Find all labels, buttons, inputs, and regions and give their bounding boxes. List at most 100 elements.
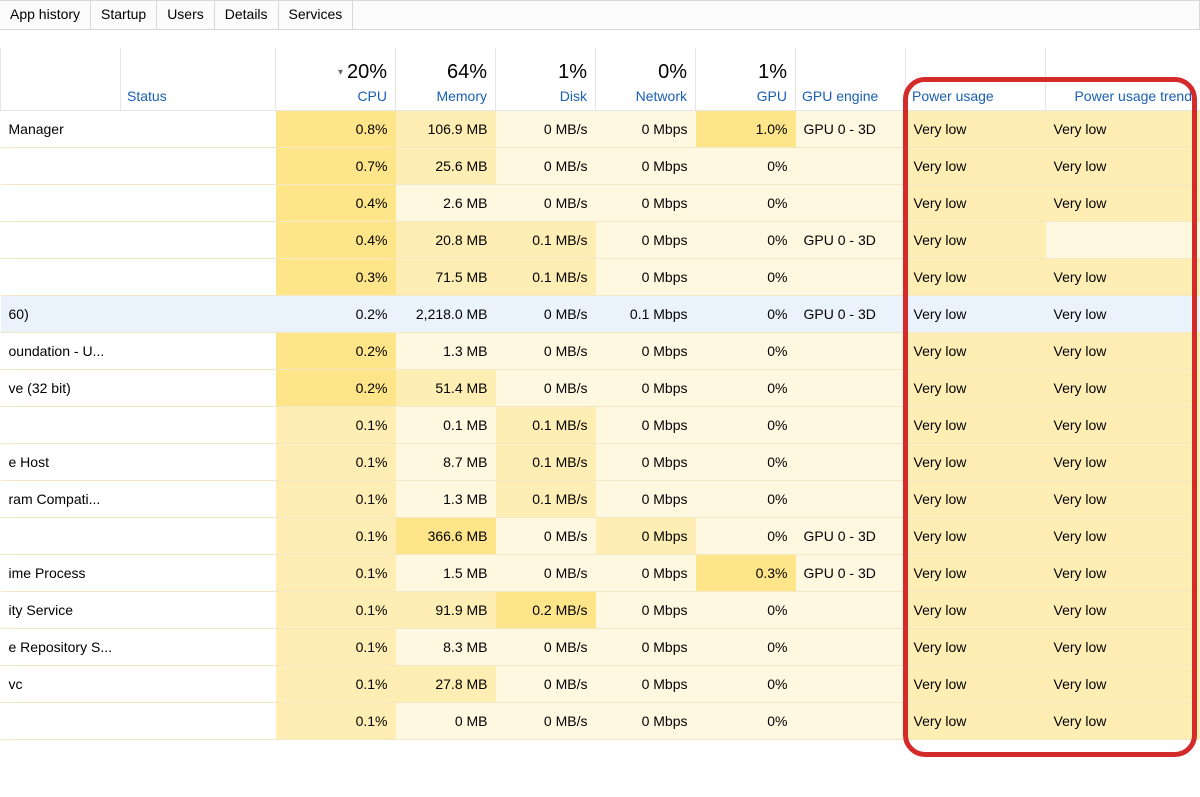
tab-details[interactable]: Details: [215, 1, 279, 29]
table-row[interactable]: vc0.1%27.8 MB0 MB/s0 Mbps0%Very lowVery …: [1, 665, 1200, 702]
table-row[interactable]: 0.1%0.1 MB0.1 MB/s0 Mbps0%Very lowVery l…: [1, 406, 1200, 443]
tab-startup[interactable]: Startup: [91, 1, 157, 29]
table-row[interactable]: ve (32 bit)0.2%51.4 MB0 MB/s0 Mbps0%Very…: [1, 369, 1200, 406]
cell-cpu: 0.1%: [276, 554, 396, 591]
cell-status: [121, 110, 276, 147]
cell-power-usage: Very low: [906, 221, 1046, 258]
cell-power-usage: Very low: [906, 665, 1046, 702]
cell-name: [1, 702, 121, 739]
cell-power-trend: Very low: [1046, 369, 1200, 406]
table-row[interactable]: oundation - U...0.2%1.3 MB0 MB/s0 Mbps0%…: [1, 332, 1200, 369]
cell-disk: 0 MB/s: [496, 295, 596, 332]
cell-disk: 0.1 MB/s: [496, 258, 596, 295]
cell-cpu: 0.4%: [276, 221, 396, 258]
cell-gpu: 0%: [696, 332, 796, 369]
cell-disk: 0 MB/s: [496, 665, 596, 702]
cell-cpu: 0.4%: [276, 184, 396, 221]
process-table: Status ▾20% CPU 64%Memory 1%Disk 0%Netwo…: [0, 48, 1200, 740]
cell-power-usage: Very low: [906, 517, 1046, 554]
col-cpu-label: CPU: [357, 88, 387, 104]
cell-cpu: 0.2%: [276, 332, 396, 369]
cell-power-trend: Very low: [1046, 184, 1200, 221]
col-status[interactable]: Status: [121, 48, 276, 110]
col-cpu[interactable]: ▾20% CPU: [276, 48, 396, 110]
cell-power-usage: Very low: [906, 480, 1046, 517]
memory-total: 64%: [447, 61, 487, 84]
table-row[interactable]: 0.7%25.6 MB0 MB/s0 Mbps0%Very lowVery lo…: [1, 147, 1200, 184]
col-network[interactable]: 0%Network: [596, 48, 696, 110]
table-row[interactable]: 0.1%0 MB0 MB/s0 Mbps0%Very lowVery low: [1, 702, 1200, 739]
cell-gpu-engine: [796, 332, 906, 369]
cell-network: 0 Mbps: [596, 332, 696, 369]
tabbar: App historyStartupUsersDetailsServices: [0, 0, 1200, 30]
table-row[interactable]: 0.1%366.6 MB0 MB/s0 Mbps0%GPU 0 - 3DVery…: [1, 517, 1200, 554]
cell-memory: 1.3 MB: [396, 480, 496, 517]
cell-gpu: 0%: [696, 369, 796, 406]
cell-network: 0 Mbps: [596, 406, 696, 443]
cell-network: 0 Mbps: [596, 554, 696, 591]
cell-power-usage: Very low: [906, 702, 1046, 739]
cell-memory: 27.8 MB: [396, 665, 496, 702]
tab-app-history[interactable]: App history: [0, 1, 91, 29]
cell-network: 0 Mbps: [596, 221, 696, 258]
cell-cpu: 0.1%: [276, 628, 396, 665]
tab-services[interactable]: Services: [279, 1, 354, 29]
cell-gpu-engine: GPU 0 - 3D: [796, 110, 906, 147]
table-row[interactable]: 0.4%2.6 MB0 MB/s0 Mbps0%Very lowVery low: [1, 184, 1200, 221]
cell-disk: 0 MB/s: [496, 147, 596, 184]
col-network-label: Network: [636, 88, 687, 104]
cell-name: [1, 184, 121, 221]
table-row[interactable]: e Repository S...0.1%8.3 MB0 MB/s0 Mbps0…: [1, 628, 1200, 665]
col-power-trend[interactable]: Power usage trend: [1046, 48, 1200, 110]
table-row[interactable]: ram Compati...0.1%1.3 MB0.1 MB/s0 Mbps0%…: [1, 480, 1200, 517]
table-row[interactable]: Manager0.8%106.9 MB0 MB/s0 Mbps1.0%GPU 0…: [1, 110, 1200, 147]
cell-name: 60): [1, 295, 121, 332]
cell-cpu: 0.1%: [276, 665, 396, 702]
cell-cpu: 0.1%: [276, 702, 396, 739]
cell-network: 0 Mbps: [596, 147, 696, 184]
cell-memory: 1.3 MB: [396, 332, 496, 369]
table-row[interactable]: 0.3%71.5 MB0.1 MB/s0 Mbps0%Very lowVery …: [1, 258, 1200, 295]
cell-network: 0 Mbps: [596, 184, 696, 221]
cell-gpu: 0%: [696, 147, 796, 184]
col-gpu[interactable]: 1%GPU: [696, 48, 796, 110]
cell-gpu-engine: GPU 0 - 3D: [796, 221, 906, 258]
col-name[interactable]: [1, 48, 121, 110]
cell-name: Manager: [1, 110, 121, 147]
cell-gpu-engine: [796, 147, 906, 184]
cell-cpu: 0.1%: [276, 517, 396, 554]
col-disk[interactable]: 1%Disk: [496, 48, 596, 110]
col-memory[interactable]: 64%Memory: [396, 48, 496, 110]
cell-disk: 0 MB/s: [496, 332, 596, 369]
table-row[interactable]: 0.4%20.8 MB0.1 MB/s0 Mbps0%GPU 0 - 3DVer…: [1, 221, 1200, 258]
cell-name: vc: [1, 665, 121, 702]
col-gpu-label: GPU: [757, 88, 787, 104]
disk-total: 1%: [558, 61, 587, 84]
cell-gpu: 0%: [696, 665, 796, 702]
table-row[interactable]: e Host0.1%8.7 MB0.1 MB/s0 Mbps0%Very low…: [1, 443, 1200, 480]
cell-power-trend: Very low: [1046, 110, 1200, 147]
sort-desc-icon: ▾: [338, 67, 343, 78]
cell-gpu-engine: [796, 258, 906, 295]
cell-memory: 0.1 MB: [396, 406, 496, 443]
cell-disk: 0 MB/s: [496, 628, 596, 665]
tab-users[interactable]: Users: [157, 1, 215, 29]
table-row[interactable]: 60)0.2%2,218.0 MB0 MB/s0.1 Mbps0%GPU 0 -…: [1, 295, 1200, 332]
cell-cpu: 0.1%: [276, 591, 396, 628]
table-row[interactable]: ity Service0.1%91.9 MB0.2 MB/s0 Mbps0%Ve…: [1, 591, 1200, 628]
cell-power-trend: Very low: [1046, 554, 1200, 591]
cell-cpu: 0.2%: [276, 369, 396, 406]
cell-power-usage: Very low: [906, 258, 1046, 295]
cell-name: [1, 258, 121, 295]
col-power-usage[interactable]: Power usage: [906, 48, 1046, 110]
col-gpu-engine[interactable]: GPU engine: [796, 48, 906, 110]
cell-status: [121, 406, 276, 443]
cell-memory: 25.6 MB: [396, 147, 496, 184]
cell-status: [121, 702, 276, 739]
table-row[interactable]: ime Process0.1%1.5 MB0 MB/s0 Mbps0.3%GPU…: [1, 554, 1200, 591]
cell-name: e Host: [1, 443, 121, 480]
cell-network: 0.1 Mbps: [596, 295, 696, 332]
cell-memory: 51.4 MB: [396, 369, 496, 406]
cell-disk: 0 MB/s: [496, 184, 596, 221]
cell-power-usage: Very low: [906, 110, 1046, 147]
